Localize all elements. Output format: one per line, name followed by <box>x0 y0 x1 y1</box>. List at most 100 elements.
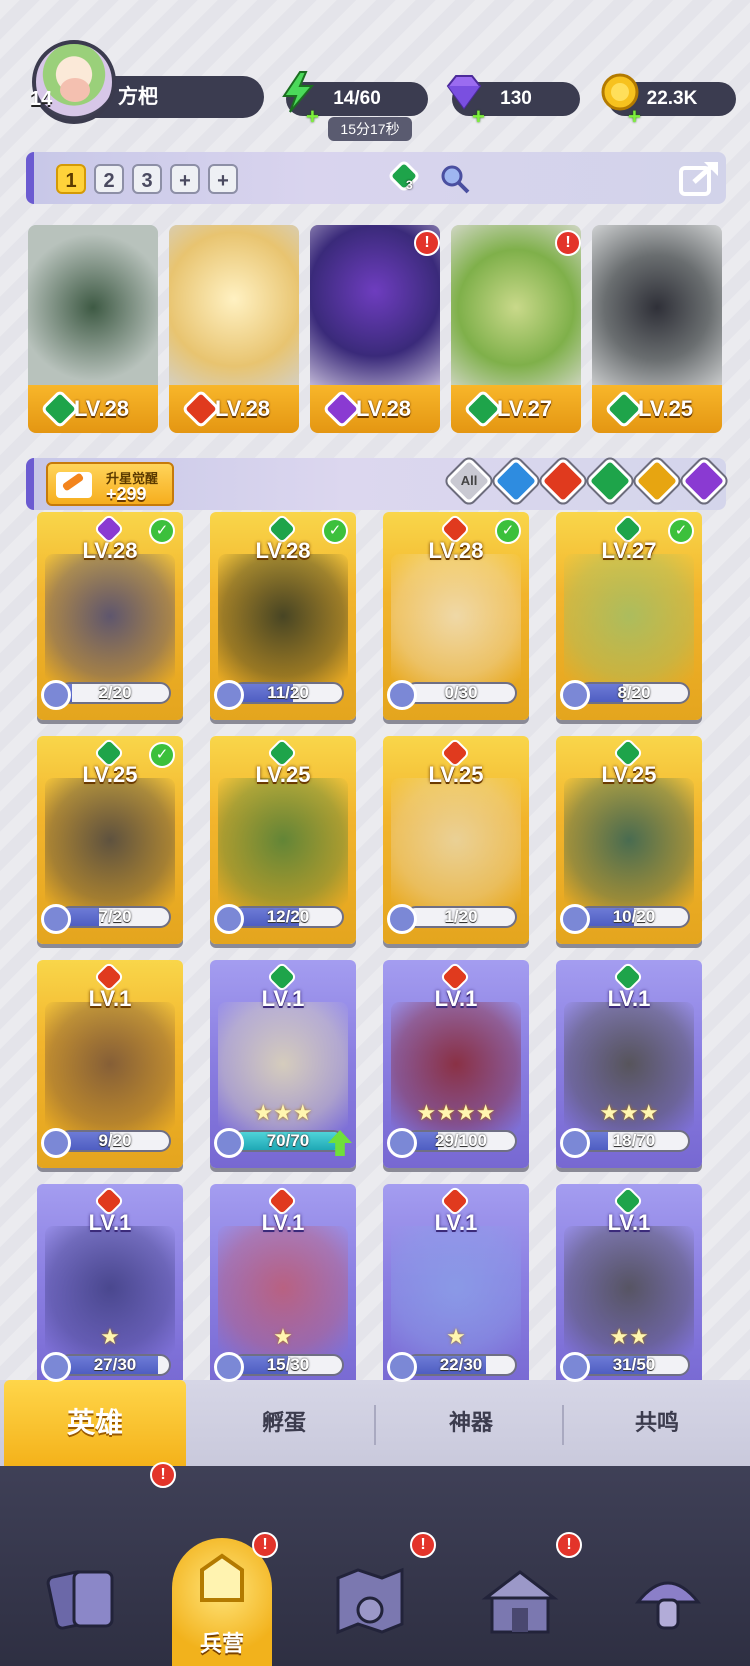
gem-counter[interactable]: + 130 <box>446 75 580 129</box>
shard-progress-bar: 29/100 <box>405 1130 517 1152</box>
hero-card[interactable]: LV.1 ★★★ 18/70 <box>556 960 702 1168</box>
shard-progress-bar: 9/20 <box>59 1130 171 1152</box>
shard-progress-text: 27/30 <box>93 1355 137 1374</box>
badge-count: 3 <box>406 178 413 192</box>
hero-stars: ★★★★ <box>416 1100 496 1125</box>
hero-level: LV.1 <box>434 986 478 1011</box>
shard-icon <box>387 680 417 710</box>
shard-icon <box>41 1352 71 1382</box>
team-hero-card[interactable]: LV.25 <box>592 225 722 433</box>
tab-divider <box>374 1405 376 1445</box>
hero-card[interactable]: LV.1 ★★★ 70/70 <box>210 960 356 1168</box>
hero-level: LV.28 <box>82 538 138 563</box>
team-slot-3[interactable]: 3 <box>132 164 162 194</box>
element-badge-icon[interactable]: 3 <box>387 159 422 194</box>
shard-progress-text: 22/30 <box>439 1355 483 1374</box>
hero-stars: ★ <box>446 1324 466 1349</box>
shard-progress-text: 7/20 <box>98 907 132 926</box>
tab-hatch[interactable]: 孵蛋 <box>190 1380 378 1466</box>
hero-card[interactable]: ✓ LV.27 8/20 <box>556 512 702 720</box>
team-hero-card[interactable]: LV.28 <box>28 225 158 433</box>
shard-icon <box>41 904 71 934</box>
player-avatar[interactable] <box>32 40 116 124</box>
gem-value: 130 <box>500 88 532 109</box>
shard-progress-bar: 8/20 <box>578 682 690 704</box>
shard-progress-text: 12/20 <box>266 907 310 926</box>
shard-progress-bar: 1/20 <box>405 906 517 928</box>
hero-level: LV.28 <box>255 538 311 563</box>
search-icon[interactable] <box>438 162 472 196</box>
team-slot-add[interactable]: + <box>208 164 238 194</box>
alert-badge: ! <box>150 1462 176 1488</box>
shard-progress-text: 1/20 <box>444 907 478 926</box>
team-slot-2[interactable]: 2 <box>94 164 124 194</box>
hero-card[interactable]: ✓ LV.28 11/20 <box>210 512 356 720</box>
team-hero-card[interactable]: LV.27 <box>451 225 581 433</box>
upgrade-button[interactable]: 升星觉醒 +299 <box>46 462 174 506</box>
hero-card[interactable]: LV.1 ★★ 31/50 <box>556 1184 702 1392</box>
hero-card[interactable]: ✓ LV.28 2/20 <box>37 512 183 720</box>
energy-value: 14/60 <box>333 88 381 109</box>
hero-level: LV.1 <box>607 1210 651 1235</box>
alert-badge: ! <box>410 1532 436 1558</box>
tab-heroes[interactable]: 英雄 <box>4 1380 186 1466</box>
hero-level: LV.25 <box>82 762 138 787</box>
map-icon[interactable] <box>330 1560 410 1640</box>
hero-portrait <box>45 778 175 916</box>
tab-resonance[interactable]: 共鸣 <box>564 1380 750 1466</box>
gold-value: 22.3K <box>646 88 698 109</box>
avatar-face <box>60 78 90 102</box>
team-hero-card[interactable]: LV.28 <box>310 225 440 433</box>
hero-card[interactable]: LV.1 ★ 27/30 <box>37 1184 183 1392</box>
hero-card[interactable]: LV.1 ★★★★ 29/100 <box>383 960 529 1168</box>
mushroom-icon[interactable] <box>628 1560 708 1640</box>
upgrade-value: +299 <box>106 484 147 504</box>
shard-icon <box>214 680 244 710</box>
team-slot-1[interactable]: 1 <box>56 164 86 194</box>
shard-icon <box>387 1352 417 1382</box>
green-element-icon <box>387 159 421 193</box>
hero-level: LV.1 <box>607 986 651 1011</box>
tab-artifact[interactable]: 神器 <box>378 1380 564 1466</box>
shard-progress-bar: 15/30 <box>232 1354 344 1376</box>
shard-icon <box>387 904 417 934</box>
gold-counter[interactable]: + 22.3K <box>601 73 736 129</box>
hero-card[interactable]: LV.1 9/20 <box>37 960 183 1168</box>
hero-card[interactable]: LV.25 12/20 <box>210 736 356 944</box>
shard-progress-bar: 7/20 <box>59 906 171 928</box>
hero-card[interactable]: LV.1 ★ 22/30 <box>383 1184 529 1392</box>
hero-portrait <box>564 778 694 916</box>
hero-card[interactable]: LV.25 1/20 <box>383 736 529 944</box>
shard-progress-text: 29/100 <box>435 1131 487 1150</box>
team-slot-add[interactable]: + <box>170 164 200 194</box>
shrine-icon[interactable] <box>480 1560 560 1640</box>
hero-portrait <box>45 1002 175 1140</box>
nav-barracks[interactable]: 兵营 <box>172 1538 272 1666</box>
player-level: 14 <box>30 88 53 110</box>
share-icon[interactable] <box>678 158 720 198</box>
alert-badge: ! <box>555 230 581 256</box>
cards-icon[interactable] <box>44 1560 124 1640</box>
shard-icon <box>560 1352 590 1382</box>
hero-stars: ★★★ <box>253 1100 313 1125</box>
shard-progress-text: 70/70 <box>266 1131 310 1150</box>
shard-progress-bar: 11/20 <box>232 682 344 704</box>
shard-progress-bar: 22/30 <box>405 1354 517 1376</box>
hero-card[interactable]: ✓ LV.25 7/20 <box>37 736 183 944</box>
energy-counter[interactable]: + 14/60 <box>282 71 428 129</box>
hero-stars: ★★ <box>609 1324 649 1349</box>
shard-progress-bar: 0/30 <box>405 682 517 704</box>
plus-icon: + <box>472 104 485 129</box>
hero-portrait <box>169 225 299 390</box>
hero-card[interactable]: LV.1 ★ 15/30 <box>210 1184 356 1392</box>
shard-progress-text: 31/50 <box>612 1355 656 1374</box>
hero-portrait <box>45 554 175 692</box>
hero-card[interactable]: ✓ LV.28 0/30 <box>383 512 529 720</box>
hero-card[interactable]: LV.25 10/20 <box>556 736 702 944</box>
shard-icon <box>214 1128 244 1158</box>
shard-progress-bar: 27/30 <box>59 1354 171 1376</box>
filter-all-label: All <box>460 473 478 488</box>
team-hero-card[interactable]: LV.28 <box>169 225 299 433</box>
hero-portrait <box>218 778 348 916</box>
barracks-icon <box>200 1553 244 1602</box>
